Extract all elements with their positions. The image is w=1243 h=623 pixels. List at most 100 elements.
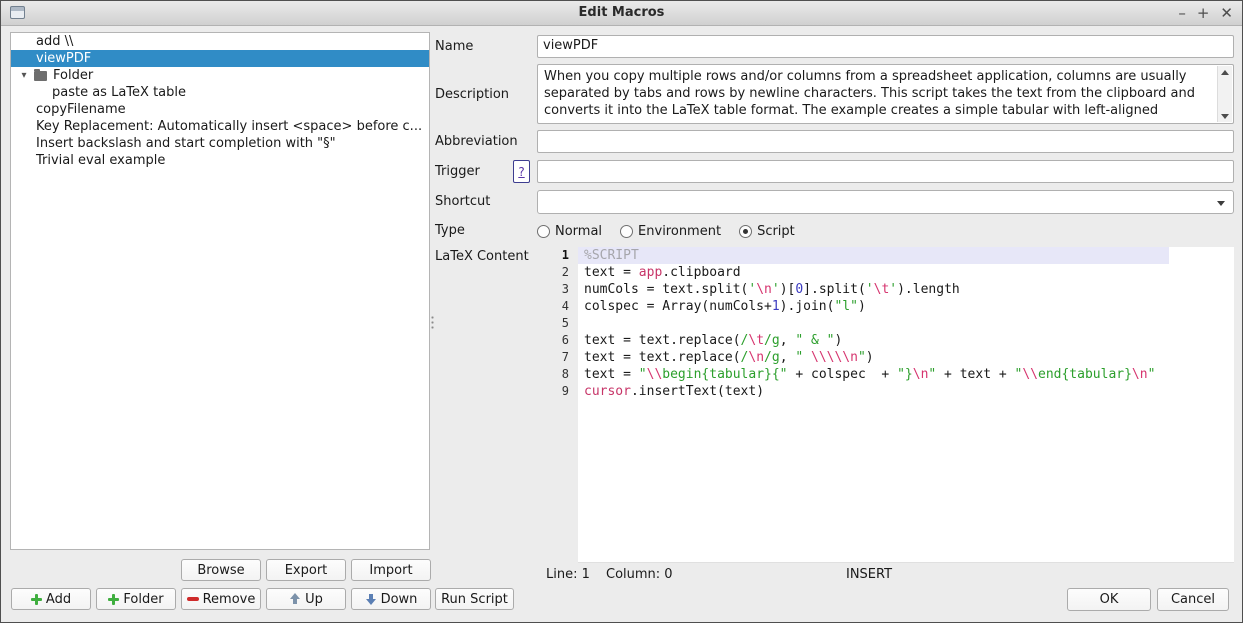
macro-list-item-label: Insert backslash and start completion wi… (36, 136, 336, 151)
macro-list-item[interactable]: paste as LaTeX table (11, 84, 429, 101)
close-button[interactable]: ✕ (1220, 6, 1233, 21)
ok-button-label: OK (1100, 592, 1119, 607)
move-down-button-label: Down (381, 592, 418, 607)
import-button-label: Import (369, 563, 412, 578)
latex-content-editor[interactable]: 123456789 %SCRIPTtext = app.clipboardnum… (544, 247, 1234, 563)
export-button[interactable]: Export (266, 559, 346, 581)
run-script-button[interactable]: Run Script (435, 588, 514, 610)
description-input[interactable]: When you copy multiple rows and/or colum… (537, 64, 1234, 124)
macro-list-item[interactable]: add \\ (11, 33, 429, 50)
plus-icon (31, 594, 42, 605)
browse-button[interactable]: Browse (181, 559, 261, 581)
macro-list-item-label: paste as LaTeX table (52, 85, 186, 100)
macro-list-item-label: Folder (53, 67, 93, 84)
add-folder-button-label: Folder (123, 592, 163, 607)
chevron-down-icon[interactable] (1217, 201, 1225, 206)
macro-list-item-label: Trivial eval example (36, 153, 165, 168)
radio-environment-label: Environment (638, 224, 721, 239)
name-label: Name (435, 39, 473, 54)
description-scrollbar[interactable] (1217, 66, 1232, 122)
macro-list-item-label: viewPDF (36, 51, 91, 66)
trigger-help-button[interactable]: ? (513, 160, 530, 183)
status-column: Column: 0 (606, 567, 673, 582)
radio-script-label: Script (757, 224, 795, 239)
ok-button[interactable]: OK (1067, 588, 1151, 611)
add-button-label: Add (46, 592, 71, 607)
code-line: text = text.replace(/\n/g, " \\\\\n") (578, 349, 1234, 366)
macro-list-item[interactable]: Trivial eval example (11, 152, 429, 169)
up-arrow-icon (289, 593, 301, 605)
code-line: text = "\\begin{tabular}{" + colspec + "… (578, 366, 1234, 383)
radio-circle-icon (620, 225, 633, 238)
remove-button[interactable]: Remove (181, 588, 261, 610)
macro-list[interactable]: add \\ viewPDF ▾ Folderpaste as LaTeX table… (10, 32, 430, 550)
radio-environment[interactable]: Environment (620, 224, 721, 239)
radio-normal-label: Normal (555, 224, 602, 239)
trigger-label: Trigger (435, 164, 480, 179)
trigger-input[interactable] (537, 160, 1234, 183)
line-number: 8 (544, 366, 578, 383)
splitter-handle[interactable] (431, 315, 434, 331)
abbreviation-input[interactable] (537, 130, 1234, 153)
macro-list-item-label: Key Replacement: Automatically insert <s… (36, 119, 422, 134)
radio-normal[interactable]: Normal (537, 224, 602, 239)
code-line: numCols = text.split('\n')[0].split('\t'… (578, 281, 1234, 298)
minus-icon (187, 597, 199, 601)
macro-list-item-label: copyFilename (36, 102, 126, 117)
radio-circle-icon (739, 225, 752, 238)
export-button-label: Export (285, 563, 328, 578)
help-question-mark: ? (518, 165, 524, 179)
import-button[interactable]: Import (351, 559, 431, 581)
line-number: 2 (544, 264, 578, 281)
line-number: 1 (544, 247, 578, 264)
move-up-button[interactable]: Up (266, 588, 346, 610)
code-line: colspec = Array(numCols+1).join("l") (578, 298, 1234, 315)
abbreviation-label: Abbreviation (435, 134, 518, 149)
minimize-button[interactable]: – (1178, 6, 1186, 21)
macro-list-item[interactable]: ▾ Folder (11, 67, 429, 84)
move-down-button[interactable]: Down (351, 588, 431, 610)
maximize-button[interactable]: + (1197, 6, 1210, 21)
description-label: Description (435, 87, 509, 102)
name-input[interactable]: viewPDF (537, 35, 1234, 58)
macro-list-item[interactable]: Insert backslash and start completion wi… (11, 135, 429, 152)
macro-list-item-label: add \\ (36, 34, 73, 49)
line-number: 7 (544, 349, 578, 366)
run-script-button-label: Run Script (441, 592, 508, 607)
status-line: Line: 1 (546, 567, 590, 582)
line-number: 5 (544, 315, 578, 332)
radio-circle-icon (537, 225, 550, 238)
cancel-button[interactable]: Cancel (1157, 588, 1229, 611)
expand-arrow-icon[interactable]: ▾ (17, 67, 31, 84)
line-number: 3 (544, 281, 578, 298)
radio-script[interactable]: Script (739, 224, 795, 239)
cancel-button-label: Cancel (1171, 592, 1215, 607)
macro-list-item[interactable]: copyFilename (11, 101, 429, 118)
code-line: %SCRIPT (578, 247, 1169, 264)
scroll-down-icon[interactable] (1218, 110, 1232, 122)
browse-button-label: Browse (197, 563, 244, 578)
description-text: When you copy multiple rows and/or colum… (544, 69, 1195, 118)
shortcut-combobox[interactable] (537, 190, 1234, 214)
move-up-button-label: Up (305, 592, 323, 607)
macro-list-item[interactable]: viewPDF (11, 50, 429, 67)
scroll-up-icon[interactable] (1218, 66, 1232, 78)
code-line: text = text.replace(/\t/g, " & ") (578, 332, 1234, 349)
code-line: text = app.clipboard (578, 264, 1234, 281)
code-area[interactable]: %SCRIPTtext = app.clipboardnumCols = tex… (578, 247, 1234, 563)
status-insert-mode: INSERT (846, 567, 892, 582)
remove-button-label: Remove (203, 592, 256, 607)
add-button[interactable]: Add (11, 588, 91, 610)
macro-list-item[interactable]: Key Replacement: Automatically insert <s… (11, 118, 429, 135)
code-line: cursor.insertText(text) (578, 383, 1234, 400)
add-folder-button[interactable]: Folder (96, 588, 176, 610)
type-label: Type (435, 223, 465, 238)
line-number: 6 (544, 332, 578, 349)
line-number: 4 (544, 298, 578, 315)
line-number: 9 (544, 383, 578, 400)
latex-content-label: LaTeX Content (435, 249, 529, 264)
edit-macros-dialog: Edit Macros – + ✕ add \\viewPDF▾Folderpa… (0, 0, 1243, 623)
shortcut-label: Shortcut (435, 194, 490, 209)
down-arrow-icon (365, 593, 377, 605)
type-radio-group: Normal Environment Script (537, 223, 795, 239)
